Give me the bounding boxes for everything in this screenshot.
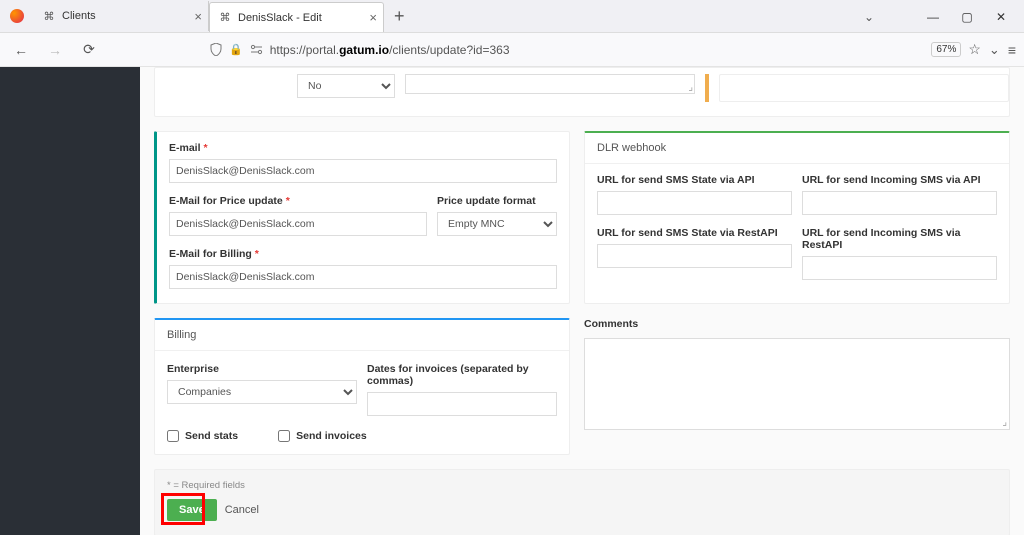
url-sms-api-input[interactable] (597, 191, 792, 215)
zoom-indicator[interactable]: 67% (931, 42, 961, 57)
url-sms-api-label: URL for send SMS State via API (597, 174, 792, 186)
email-label: E-mail * (169, 142, 557, 154)
url-sms-rest-input[interactable] (597, 244, 792, 268)
top-select[interactable]: No (297, 74, 395, 98)
tab-title: DenisSlack - Edit (238, 12, 322, 24)
browser-tab-strip: ⌘ Clients × ⌘ DenisSlack - Edit × + ⌄ — … (0, 0, 1024, 33)
left-sidebar (0, 67, 140, 535)
resize-handle-icon[interactable]: ⌟ (688, 82, 693, 93)
url-incoming-rest-input[interactable] (802, 256, 997, 280)
firefox-icon (10, 9, 24, 23)
top-form-card: No ⌟ (154, 67, 1010, 117)
required-note: * = Required fields (167, 480, 997, 491)
menu-icon[interactable]: ≡ (1008, 42, 1016, 58)
close-window-button[interactable]: ✕ (984, 0, 1018, 33)
tab-clients[interactable]: ⌘ Clients × (34, 1, 209, 31)
send-invoices-checkbox[interactable]: Send invoices (278, 430, 367, 442)
close-icon[interactable]: × (369, 10, 377, 25)
invoice-dates-input[interactable] (367, 392, 557, 416)
address-bar: ← → ⟳ 🔒 https://portal.gatum.io/clients/… (0, 33, 1024, 67)
price-email-label: E-Mail for Price update * (169, 195, 427, 207)
comments-textarea[interactable]: ⌟ (584, 338, 1010, 430)
url-field[interactable]: 🔒 https://portal.gatum.io/clients/update… (210, 41, 981, 58)
main-content: No ⌟ E-mail * E-Mail for Price update (140, 67, 1024, 535)
viewport: No ⌟ E-mail * E-Mail for Price update (0, 67, 1024, 535)
url-incoming-rest-label: URL for send Incoming SMS via RestAPI (802, 227, 997, 251)
pocket-icon[interactable]: ⌄ (989, 42, 1000, 58)
price-email-input[interactable] (169, 212, 427, 236)
reload-button[interactable]: ⟳ (76, 37, 102, 63)
top-right-field[interactable] (719, 74, 1009, 102)
comments-label: Comments (584, 318, 1010, 330)
form-footer: * = Required fields Save Cancel (154, 469, 1010, 535)
tab-title: Clients (62, 10, 96, 22)
email-input[interactable] (169, 159, 557, 183)
email-panel: E-mail * E-Mail for Price update * Price… (154, 131, 570, 304)
permissions-icon (250, 44, 263, 55)
tab-edit[interactable]: ⌘ DenisSlack - Edit × (209, 2, 384, 32)
billing-header: Billing (155, 320, 569, 351)
enterprise-label: Enterprise (167, 363, 357, 375)
invoice-dates-label: Dates for invoices (separated by commas) (367, 363, 557, 387)
tab-favicon: ⌘ (42, 9, 56, 23)
minimize-button[interactable]: — (916, 0, 950, 33)
price-format-select[interactable]: Empty MNC (437, 212, 557, 236)
comments-panel: Comments ⌟ (584, 318, 1010, 455)
send-stats-checkbox[interactable]: Send stats (167, 430, 238, 442)
resize-handle-icon[interactable]: ⌟ (1002, 417, 1007, 428)
orange-divider (705, 74, 709, 102)
save-button[interactable]: Save (167, 499, 217, 521)
url-text: https://portal.gatum.io/clients/update?i… (270, 43, 510, 57)
tab-favicon: ⌘ (218, 11, 232, 25)
dlr-panel: DLR webhook URL for send SMS State via A… (584, 131, 1010, 304)
lock-icon: 🔒 (229, 43, 243, 56)
new-tab-button[interactable]: + (384, 6, 415, 27)
close-icon[interactable]: × (194, 9, 202, 24)
forward-button: → (42, 37, 68, 63)
billing-panel: Billing Enterprise Companies Dates for i… (154, 318, 570, 455)
window-controls: — ▢ ✕ (916, 0, 1018, 33)
top-textarea[interactable]: ⌟ (405, 74, 695, 94)
price-format-label: Price update format (437, 195, 557, 207)
billing-email-input[interactable] (169, 265, 557, 289)
billing-email-label: E-Mail for Billing * (169, 248, 557, 260)
tabs-dropdown-icon[interactable]: ⌄ (864, 10, 874, 24)
url-incoming-api-label: URL for send Incoming SMS via API (802, 174, 997, 186)
cancel-link[interactable]: Cancel (225, 504, 259, 516)
bookmark-star-icon[interactable]: ☆ (968, 41, 981, 58)
dlr-header: DLR webhook (585, 133, 1009, 164)
back-button[interactable]: ← (8, 37, 34, 63)
shield-icon (210, 43, 222, 56)
enterprise-select[interactable]: Companies (167, 380, 357, 404)
url-sms-rest-label: URL for send SMS State via RestAPI (597, 227, 792, 239)
maximize-button[interactable]: ▢ (950, 0, 984, 33)
url-incoming-api-input[interactable] (802, 191, 997, 215)
